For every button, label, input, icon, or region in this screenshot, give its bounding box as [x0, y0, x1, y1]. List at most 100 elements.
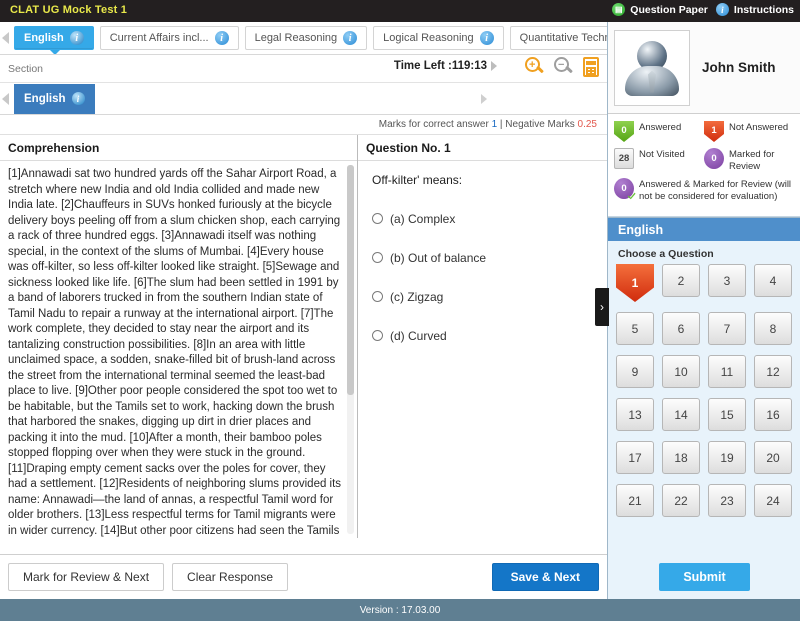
submit-button[interactable]: Submit: [659, 562, 750, 591]
language-english-button[interactable]: English i: [14, 83, 95, 114]
question-stem: Off-kilter' means:: [372, 173, 463, 187]
legend-not-answered: 1 Not Answered: [704, 121, 794, 142]
test-title: CLAT UG Mock Test 1: [10, 4, 128, 16]
scrollbar-thumb[interactable]: [347, 165, 354, 395]
question-button-23[interactable]: 23: [708, 484, 746, 517]
option-a[interactable]: (a) Complex: [372, 199, 607, 238]
instructions-label: Instructions: [733, 3, 794, 16]
legend-row: 28 Not Visited 0 Marked for Review: [614, 148, 794, 172]
action-footer: Mark for Review & Next Clear Response Sa…: [0, 554, 607, 599]
language-scroll-right-icon[interactable]: [481, 94, 487, 104]
question-button-11[interactable]: 11: [708, 355, 746, 388]
question-paper-button[interactable]: ▤ Question Paper: [612, 3, 708, 16]
avatar: [614, 29, 690, 106]
question-button-3[interactable]: 3: [708, 264, 746, 297]
user-avatar-icon: [623, 39, 681, 97]
tab-english[interactable]: English i: [14, 26, 94, 54]
tab-label: Current Affairs incl...: [109, 32, 209, 44]
legend-answered: 0 Answered: [614, 121, 704, 142]
tab-legal-reasoning[interactable]: Legal Reasoning i: [244, 26, 368, 50]
question-button-15[interactable]: 15: [708, 398, 746, 431]
status-badge: 1: [704, 121, 724, 142]
zoom-in-icon[interactable]: +: [525, 57, 545, 77]
version-label: Version : 17.03.00: [359, 604, 441, 616]
timer: Time Left :119:13: [394, 60, 497, 72]
question-button-20[interactable]: 20: [754, 441, 792, 474]
legend-row: 0 Answered 1 Not Answered: [614, 121, 794, 142]
info-icon: i: [715, 3, 729, 16]
tab-label: Legal Reasoning: [254, 32, 338, 44]
question-button-22[interactable]: 22: [662, 484, 700, 517]
question-button-5[interactable]: 5: [616, 312, 654, 345]
info-icon[interactable]: i: [71, 92, 85, 105]
question-number-header: Question No. 1: [358, 135, 607, 161]
choose-question-label: Choose a Question: [618, 248, 714, 260]
info-icon[interactable]: i: [214, 31, 229, 45]
time-left-label: Time Left :119:13: [393, 60, 487, 72]
submit-area: Submit: [608, 554, 800, 599]
marks-correct-prefix: Marks for correct answer: [378, 119, 489, 130]
status-badge: 28: [614, 148, 634, 169]
options-list: (a) Complex (b) Out of balance (c) Zigza…: [358, 187, 607, 355]
save-and-next-button[interactable]: Save & Next: [491, 563, 599, 591]
question-button-10[interactable]: 10: [662, 355, 700, 388]
option-c[interactable]: (c) Zigzag: [372, 277, 607, 316]
question-button-24[interactable]: 24: [754, 484, 792, 517]
question-button-19[interactable]: 19: [708, 441, 746, 474]
question-button-4[interactable]: 4: [754, 264, 792, 297]
status-legend: 0 Answered 1 Not Answered 28 Not Visited…: [608, 114, 800, 217]
question-button-18[interactable]: 18: [662, 441, 700, 474]
radio-icon[interactable]: [372, 291, 383, 302]
question-button-12[interactable]: 12: [754, 355, 792, 388]
info-icon[interactable]: i: [343, 31, 358, 45]
toolbar-icons: + −: [525, 57, 599, 77]
radio-icon[interactable]: [372, 330, 383, 341]
tab-quantitative-techniques[interactable]: Quantitative Techniq... i: [509, 26, 607, 50]
tab-logical-reasoning[interactable]: Logical Reasoning i: [373, 26, 504, 50]
option-d[interactable]: (d) Curved: [372, 316, 607, 355]
question-button-8[interactable]: 8: [754, 312, 792, 345]
question-button-16[interactable]: 16: [754, 398, 792, 431]
panel-toggle-chevron-right-icon[interactable]: ›: [595, 288, 609, 326]
marks-correct-value: 1: [491, 119, 498, 130]
language-scroll-left-icon[interactable]: [2, 93, 9, 105]
zoom-out-icon[interactable]: −: [554, 57, 574, 77]
question-button-1[interactable]: 1: [616, 264, 654, 302]
legend-label: Answered: [639, 122, 682, 133]
info-icon[interactable]: i: [479, 31, 494, 45]
status-badge: 0: [614, 121, 634, 142]
info-icon[interactable]: i: [69, 31, 84, 45]
legend-label: Not Answered: [729, 122, 789, 133]
question-button-13[interactable]: 13: [616, 398, 654, 431]
legend-label: Marked for Review: [729, 149, 775, 172]
main-column: English i Current Affairs incl... i Lega…: [0, 22, 607, 599]
question-button-9[interactable]: 9: [616, 355, 654, 388]
instructions-button[interactable]: i Instructions: [715, 3, 794, 16]
tab-label: Logical Reasoning: [383, 32, 474, 44]
legend-label: Answered & Marked for Review (will not b…: [639, 179, 792, 202]
clear-response-button[interactable]: Clear Response: [172, 563, 289, 591]
timer-expand-icon[interactable]: [491, 61, 497, 71]
question-button-2[interactable]: 2: [662, 264, 700, 297]
question-button-6[interactable]: 6: [662, 312, 700, 345]
question-button-14[interactable]: 14: [662, 398, 700, 431]
option-label: (d) Curved: [390, 328, 447, 343]
document-icon: ▤: [612, 3, 626, 16]
option-b[interactable]: (b) Out of balance: [372, 238, 607, 277]
mark-for-review-next-button[interactable]: Mark for Review & Next: [8, 563, 165, 591]
legend-row: 0 Answered & Marked for Review (will not…: [614, 178, 794, 202]
exam-app-window: CLAT UG Mock Test 1 ▤ Question Paper i I…: [0, 0, 800, 621]
question-button-7[interactable]: 7: [708, 312, 746, 345]
legend-label: Not Visited: [639, 149, 685, 160]
question-button-21[interactable]: 21: [616, 484, 654, 517]
radio-icon[interactable]: [372, 213, 383, 224]
question-button-17[interactable]: 17: [616, 441, 654, 474]
tabs-scroll-left-icon[interactable]: [2, 32, 9, 44]
option-label: (c) Zigzag: [390, 289, 444, 304]
calculator-icon[interactable]: [583, 57, 599, 77]
radio-icon[interactable]: [372, 252, 383, 263]
legend-marked-for-review: 0 Marked for Review: [704, 148, 794, 172]
tab-current-affairs[interactable]: Current Affairs incl... i: [99, 26, 239, 50]
legend-not-visited: 28 Not Visited: [614, 148, 704, 172]
comprehension-scrollbar[interactable]: [347, 165, 354, 534]
